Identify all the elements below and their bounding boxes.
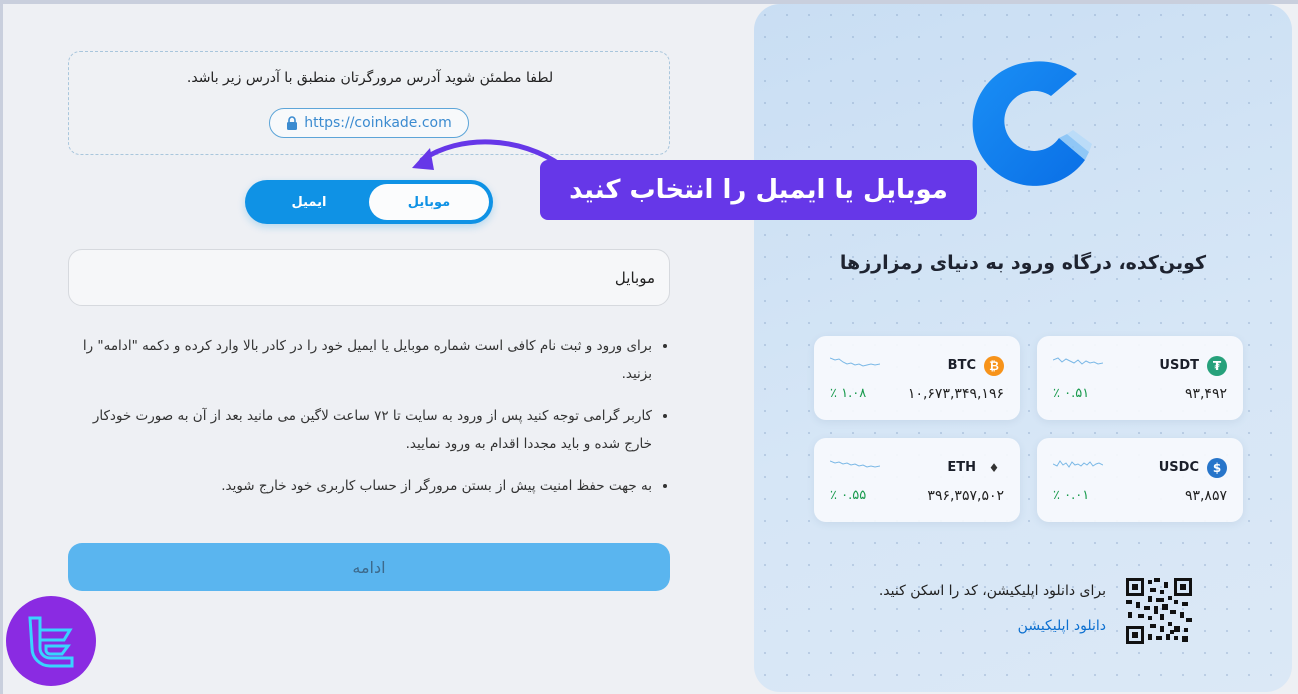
ticker-card-btc[interactable]: ₿ BTC ۱۰,۶۷۳,۳۴۹,۱۹۶ ٪ ۱.۰۸ [814, 336, 1020, 420]
coin-symbol: USDC [1158, 460, 1199, 475]
download-app-link[interactable]: دانلود اپلیکیشن [1018, 618, 1106, 634]
url-text: https://coinkade.com [304, 115, 452, 131]
coin-price: ۱۰,۶۷۳,۳۴۹,۱۹۶ [907, 386, 1004, 402]
rule-item: برای ورود و ثبت نام کافی است شماره موبای… [76, 332, 652, 388]
rule-item: به جهت حفظ امنیت پیش از بستن مرورگر از ح… [76, 472, 652, 500]
coin-symbol: BTC [947, 358, 976, 373]
lock-icon [287, 116, 298, 130]
usdc-icon: $ [1207, 458, 1227, 478]
coin-symbol: USDT [1159, 358, 1199, 373]
sparkline-usdt [1053, 357, 1103, 365]
coin-price: ۹۳,۴۹۲ [1184, 386, 1227, 402]
coin-change: ٪ ۱.۰۸ [830, 386, 867, 401]
ticker-card-usdt[interactable]: ₮ USDT ۹۳,۴۹۲ ٪ ۰.۵۱ [1037, 336, 1243, 420]
coinkade-logo [972, 61, 1092, 186]
coin-symbol: ETH [947, 460, 976, 475]
promo-panel: کوین‌کده، درگاه ورود به دنیای رمزارزها ₮… [754, 4, 1292, 692]
tab-email[interactable]: ایمیل [249, 184, 369, 220]
mobile-input[interactable] [68, 249, 670, 306]
sparkline-usdc [1053, 460, 1103, 468]
ticker-card-eth[interactable]: ♦ ETH ۳۹۶,۳۵۷,۵۰۲ ٪ ۰.۵۵ [814, 438, 1020, 522]
qr-instruction: برای دانلود اپلیکیشن، کد را اسکن کنید. [878, 583, 1106, 599]
promo-title: کوین‌کده، درگاه ورود به دنیای رمزارزها [839, 252, 1207, 274]
coin-change: ٪ ۰.۵۵ [830, 488, 867, 503]
rules-list: برای ورود و ثبت نام کافی است شماره موبای… [76, 332, 672, 514]
sparkline-eth [830, 460, 880, 468]
bitcoin-icon: ₿ [984, 356, 1004, 376]
sparkline-btc [830, 357, 880, 367]
coin-change: ٪ ۰.۵۱ [1053, 386, 1090, 401]
ethereum-icon: ♦ [988, 461, 1000, 475]
rule-item: کاربر گرامی توجه کنید پس از ورود به سایت… [76, 402, 652, 458]
continue-button[interactable]: ادامه [68, 543, 670, 591]
ticker-card-usdc[interactable]: $ USDC ۹۳,۸۵۷ ٪ ۰.۰۱ [1037, 438, 1243, 522]
coin-price: ۹۳,۸۵۷ [1184, 488, 1227, 504]
url-notice-text: لطفا مطمئن شوید آدرس مرورگرتان منطبق با … [186, 70, 554, 86]
coin-change: ٪ ۰.۰۱ [1053, 488, 1090, 503]
instruction-callout: موبایل یا ایمیل را انتخاب کنید [540, 160, 977, 220]
tether-icon: ₮ [1207, 356, 1227, 376]
coin-price: ۳۹۶,۳۵۷,۵۰۲ [927, 488, 1004, 504]
qr-code [1126, 578, 1192, 644]
tradingfinder-logo [6, 596, 96, 686]
